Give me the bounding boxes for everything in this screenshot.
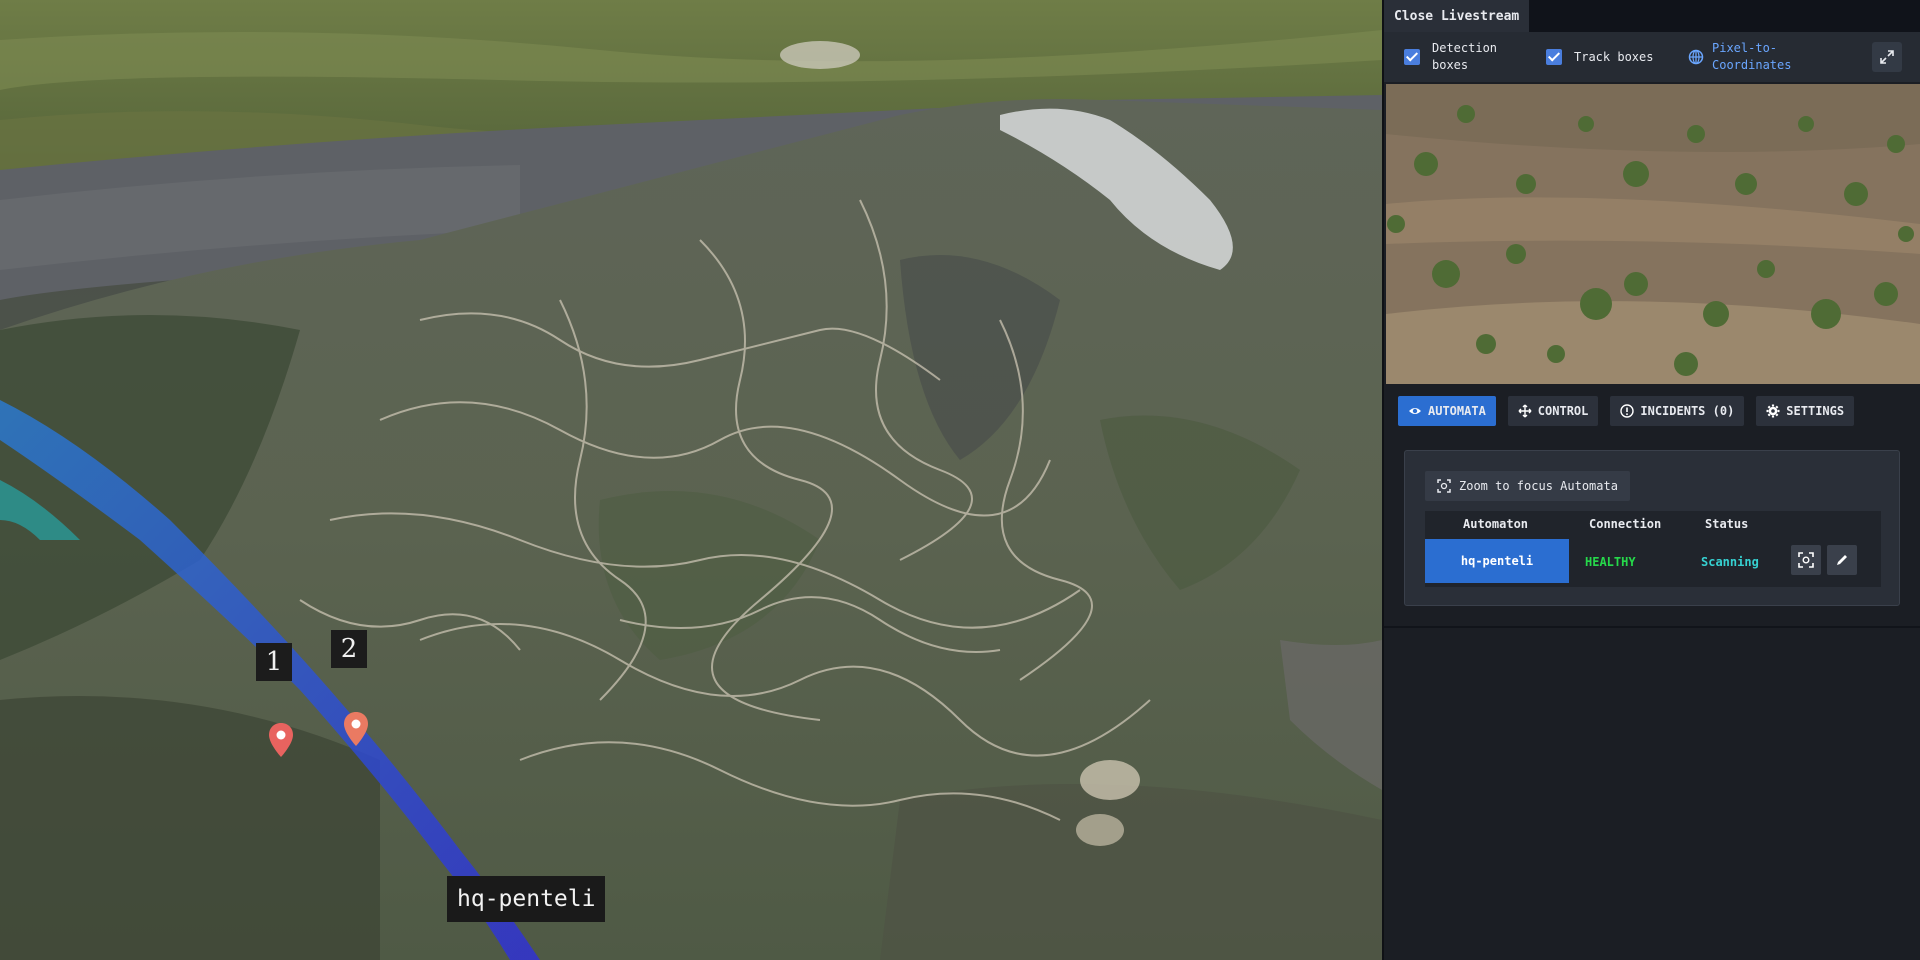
expand-icon bbox=[1880, 50, 1894, 64]
map-pin-icon[interactable] bbox=[343, 711, 369, 747]
scan-status: Scanning bbox=[1701, 555, 1759, 569]
gear-icon bbox=[1766, 404, 1780, 418]
zoom-to-focus-label: Zoom to focus Automata bbox=[1459, 479, 1618, 493]
terrain-layer bbox=[0, 0, 1382, 960]
focus-automaton-button[interactable] bbox=[1791, 545, 1821, 575]
automaton-name-cell[interactable]: hq-penteli bbox=[1425, 539, 1569, 583]
tab-automata[interactable]: AUTOMATA bbox=[1398, 396, 1496, 426]
map-pin-icon[interactable] bbox=[268, 722, 294, 758]
tab-automata-label: AUTOMATA bbox=[1428, 404, 1486, 418]
track-boxes-label: Track boxes bbox=[1574, 49, 1654, 64]
automata-table: Automaton Connection Status hq-penteli H… bbox=[1425, 511, 1881, 587]
alert-icon bbox=[1620, 404, 1635, 418]
panel-divider bbox=[1384, 626, 1920, 628]
focus-icon bbox=[1798, 552, 1814, 568]
map-view[interactable]: 1 2 hq-penteli bbox=[0, 0, 1382, 960]
checkbox-checked-icon[interactable] bbox=[1404, 49, 1420, 65]
connection-status: HEALTHY bbox=[1585, 555, 1636, 569]
tab-strip bbox=[1529, 0, 1920, 32]
eye-icon bbox=[1409, 408, 1421, 414]
livestream-video[interactable] bbox=[1386, 84, 1920, 384]
track-boxes-toggle[interactable]: Track boxes bbox=[1546, 49, 1666, 66]
detection-boxes-label: Detection boxes bbox=[1432, 41, 1498, 72]
zoom-to-focus-button[interactable]: Zoom to focus Automata bbox=[1425, 471, 1630, 501]
video-frame bbox=[1386, 84, 1920, 384]
automata-panel: Zoom to focus Automata Automaton Connect… bbox=[1404, 450, 1900, 606]
column-header-connection: Connection bbox=[1589, 517, 1662, 531]
tab-incidents-label: INCIDENTS (0) bbox=[1640, 404, 1735, 418]
pencil-icon bbox=[1837, 555, 1847, 565]
crosshair-globe-icon bbox=[1688, 49, 1704, 65]
panel-tabs: AUTOMATA CONTROL INCIDENTS (0) SETTINGS bbox=[1384, 396, 1920, 428]
detection-boxes-toggle[interactable]: Detection boxes bbox=[1404, 40, 1524, 74]
tab-control-label: CONTROL bbox=[1537, 404, 1589, 418]
marker-label-2[interactable]: 2 bbox=[331, 630, 367, 668]
marker-label-1[interactable]: 1 bbox=[256, 643, 292, 681]
livestream-toolbar: Detection boxes Track boxes Pixel-to-Coo… bbox=[1384, 32, 1920, 82]
column-header-automaton: Automaton bbox=[1463, 517, 1529, 531]
pixel-to-coordinates-link[interactable]: Pixel-to-Coordinates bbox=[1688, 40, 1802, 74]
pixel-to-coordinates-label: Pixel-to-Coordinates bbox=[1712, 41, 1792, 72]
expand-button[interactable] bbox=[1872, 42, 1902, 72]
checkbox-checked-icon[interactable] bbox=[1546, 49, 1562, 65]
focus-icon bbox=[1437, 479, 1451, 493]
tab-control[interactable]: CONTROL bbox=[1507, 396, 1599, 426]
tab-settings-label: SETTINGS bbox=[1786, 404, 1845, 418]
tab-settings[interactable]: SETTINGS bbox=[1756, 396, 1855, 426]
tab-incidents[interactable]: INCIDENTS (0) bbox=[1610, 396, 1745, 426]
side-panel: Close Livestream Detection boxes Track b… bbox=[1382, 0, 1920, 960]
edit-automaton-button[interactable] bbox=[1827, 545, 1857, 575]
column-header-status: Status bbox=[1705, 517, 1749, 531]
close-livestream-tab[interactable]: Close Livestream bbox=[1384, 0, 1531, 32]
move-icon bbox=[1518, 404, 1532, 418]
automaton-map-label[interactable]: hq-penteli bbox=[447, 876, 606, 922]
